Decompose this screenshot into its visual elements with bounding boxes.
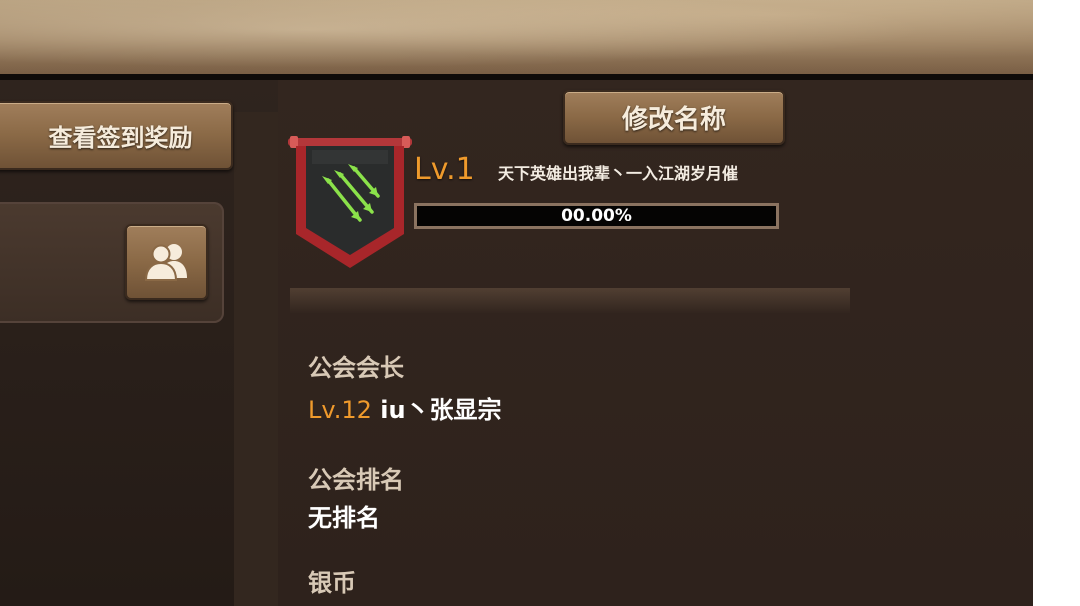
guild-leader-value: Lv.12 iu丶张显宗 bbox=[308, 390, 502, 425]
guild-exp-bar: 00.00% bbox=[414, 203, 779, 229]
left-column-strip bbox=[234, 112, 278, 606]
top-banner-background bbox=[0, 0, 1033, 74]
section-divider bbox=[290, 288, 850, 314]
group-users-icon bbox=[144, 244, 187, 281]
members-button[interactable] bbox=[125, 224, 208, 300]
three-arrows-banner-icon bbox=[288, 136, 412, 268]
guild-name: 天下英雄出我辈丶一入江湖岁月催 bbox=[498, 164, 739, 183]
guild-level: Lv.1 bbox=[414, 152, 475, 187]
guild-rank-value: 无排名 bbox=[308, 504, 380, 532]
guild-leader-label: 公会会长 bbox=[308, 354, 404, 382]
guild-screen: 查看签到奖励 修改名称 Lv.1 天下英雄出我辈丶一入江湖岁月催 00.00% … bbox=[0, 0, 1033, 606]
rename-guild-button[interactable]: 修改名称 bbox=[563, 90, 785, 145]
guild-leader-name[interactable]: iu丶张显宗 bbox=[380, 396, 501, 424]
guild-exp-text: 00.00% bbox=[561, 206, 632, 226]
guild-emblem bbox=[288, 134, 412, 274]
silver-label: 银币 bbox=[308, 569, 356, 597]
view-checkin-rewards-button[interactable]: 查看签到奖励 bbox=[0, 101, 233, 170]
guild-rank-label: 公会排名 bbox=[308, 466, 404, 494]
guild-leader-level: Lv.12 bbox=[308, 396, 372, 424]
